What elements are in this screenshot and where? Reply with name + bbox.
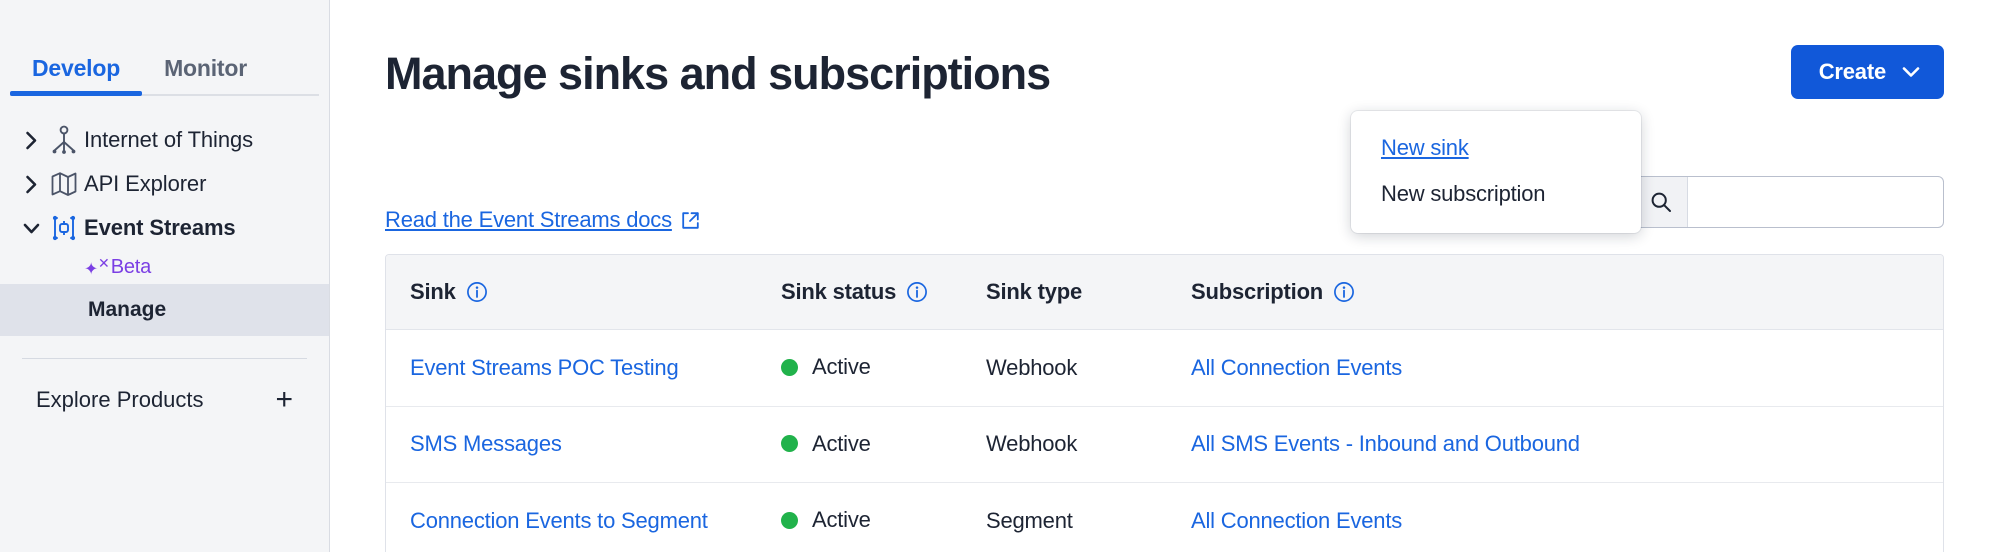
column-header-sink-status[interactable]: Sink status xyxy=(781,255,986,330)
external-link-icon xyxy=(681,211,700,230)
column-header-subscription-label: Subscription xyxy=(1191,279,1324,304)
dropdown-item-new-subscription-label: New subscription xyxy=(1381,181,1546,206)
subscription-link[interactable]: All Connection Events xyxy=(1191,355,1402,380)
sink-link[interactable]: Connection Events to Segment xyxy=(410,508,708,533)
search-icon[interactable] xyxy=(1635,177,1688,227)
cell-subscription: All SMS Events - Inbound and Outbound xyxy=(1191,406,1943,483)
iot-icon xyxy=(44,125,84,155)
subscription-link[interactable]: All Connection Events xyxy=(1191,508,1402,533)
sidebar-item-event-streams-label: Event Streams xyxy=(84,215,236,241)
beta-badge-label: Beta xyxy=(110,255,152,278)
create-button-label: Create xyxy=(1818,59,1886,84)
column-header-sink-type[interactable]: Sink type xyxy=(986,255,1191,330)
table-header: Sink Sink status Sink type Subscription xyxy=(386,255,1943,330)
main-content: Manage sinks and subscriptions Create Ne… xyxy=(330,0,1999,552)
cell-sink: SMS Messages xyxy=(386,406,781,483)
dropdown-item-new-subscription[interactable]: New subscription xyxy=(1351,171,1641,217)
table-row: Connection Events to Segment Active Segm… xyxy=(386,482,1943,552)
chevron-down-icon xyxy=(1902,66,1920,78)
dropdown-item-new-sink-label: New sink xyxy=(1381,135,1469,160)
app-root: Develop Monitor Internet of Things API E… xyxy=(0,0,1999,552)
info-icon[interactable] xyxy=(466,281,488,303)
plus-icon[interactable]: + xyxy=(275,385,293,415)
status-label: Active xyxy=(812,507,871,532)
sidebar-nav-list: Internet of Things API Explorer Event St… xyxy=(0,96,329,415)
chevron-right-icon xyxy=(18,175,44,194)
cell-sink-type: Segment xyxy=(986,482,1191,552)
page-title: Manage sinks and subscriptions xyxy=(385,48,1051,99)
info-icon[interactable] xyxy=(906,281,928,303)
status-label: Active xyxy=(812,354,871,379)
sidebar-item-api-explorer-label: API Explorer xyxy=(84,171,207,197)
sidebar-item-event-streams[interactable]: Event Streams xyxy=(0,206,329,250)
docs-link-label: Read the Event Streams docs xyxy=(385,207,672,232)
tab-monitor[interactable]: Monitor xyxy=(142,55,269,96)
sinks-table-container: Sink Sink status Sink type Subscription … xyxy=(385,254,1944,552)
create-dropdown-menu: New sink New subscription xyxy=(1351,111,1641,233)
tab-monitor-label: Monitor xyxy=(164,55,247,81)
sidebar: Develop Monitor Internet of Things API E… xyxy=(0,0,330,552)
chevron-down-icon xyxy=(18,222,44,235)
column-header-sink-label: Sink xyxy=(410,279,456,304)
cell-sink-type: Webhook xyxy=(986,406,1191,483)
sinks-table: Sink Sink status Sink type Subscription … xyxy=(386,255,1943,552)
cell-sink-status: Active xyxy=(781,482,986,552)
map-icon xyxy=(44,170,84,198)
beta-badge: ✦✕ Beta xyxy=(0,250,329,284)
cell-sink: Event Streams POC Testing xyxy=(386,329,781,407)
sidebar-item-api-explorer[interactable]: API Explorer xyxy=(0,162,329,206)
tab-develop[interactable]: Develop xyxy=(10,55,143,96)
tab-develop-label: Develop xyxy=(32,55,121,81)
status-dot xyxy=(781,435,798,452)
subscription-link[interactable]: All SMS Events - Inbound and Outbound xyxy=(1191,431,1580,456)
explore-products-row[interactable]: Explore Products + xyxy=(0,359,329,415)
table-row: SMS Messages Active Webhook All SMS Even… xyxy=(386,406,1943,483)
column-header-sink[interactable]: Sink xyxy=(386,255,781,330)
sidebar-item-manage[interactable]: Manage xyxy=(0,284,329,336)
explore-products-label: Explore Products xyxy=(36,387,204,412)
sidebar-tabbar: Develop Monitor xyxy=(0,0,329,96)
chevron-right-icon xyxy=(18,131,44,150)
cell-sink-status: Active xyxy=(781,329,986,407)
create-button[interactable]: Create xyxy=(1790,45,1944,99)
search-box[interactable] xyxy=(1634,176,1944,228)
table-header-row: Sink Sink status Sink type Subscription xyxy=(386,255,1943,330)
column-header-sink-status-label: Sink status xyxy=(781,279,897,304)
column-header-sink-type-label: Sink type xyxy=(986,279,1083,304)
cell-sink-status: Active xyxy=(781,406,986,483)
sink-link[interactable]: Event Streams POC Testing xyxy=(410,355,679,380)
event-streams-icon xyxy=(44,213,84,243)
dropdown-item-new-sink[interactable]: New sink xyxy=(1351,125,1641,171)
cell-sink: Connection Events to Segment xyxy=(386,482,781,552)
sidebar-item-internet-of-things[interactable]: Internet of Things xyxy=(0,118,329,162)
sparkle-icon: ✦✕ xyxy=(84,255,110,279)
sidebar-item-internet-of-things-label: Internet of Things xyxy=(84,127,254,153)
cell-subscription: All Connection Events xyxy=(1191,482,1943,552)
status-dot xyxy=(781,358,798,376)
cell-subscription: All Connection Events xyxy=(1191,329,1943,407)
table-body: Event Streams POC Testing Active Webhook… xyxy=(386,329,1943,552)
info-icon[interactable] xyxy=(1333,281,1355,303)
cell-sink-type: Webhook xyxy=(986,329,1191,407)
status-dot xyxy=(781,511,798,529)
sidebar-item-manage-label: Manage xyxy=(88,298,167,321)
docs-link[interactable]: Read the Event Streams docs xyxy=(385,207,700,233)
sink-link[interactable]: SMS Messages xyxy=(410,431,562,456)
search-input[interactable] xyxy=(1688,177,1943,227)
status-label: Active xyxy=(812,430,871,456)
table-row: Event Streams POC Testing Active Webhook… xyxy=(386,329,1943,407)
column-header-subscription[interactable]: Subscription xyxy=(1191,255,1943,330)
